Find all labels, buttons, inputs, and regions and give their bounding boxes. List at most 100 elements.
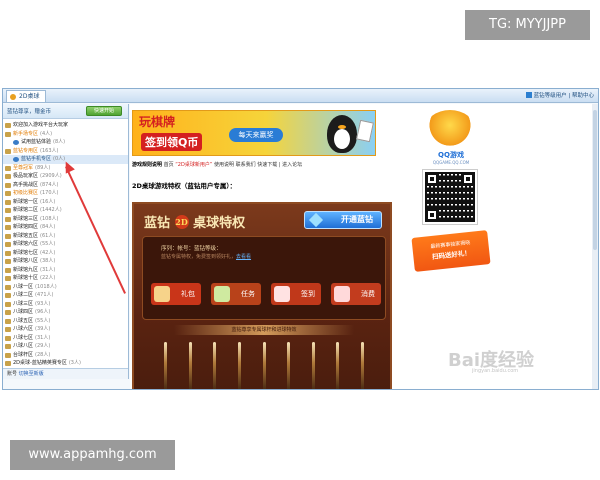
cue-stick-icon[interactable] [164,342,167,389]
room-tree-count: (2909人) [40,173,62,179]
cue-section-strip: 蓝钻尊享专属球杆和进球特效 [174,325,354,335]
room-node-icon [13,157,19,162]
room-tree-count: (29人) [35,343,51,349]
vip-title-badge: 2D [174,215,189,229]
room-tree-item[interactable]: 欢迎加入游戏平台大玩家 [3,121,128,130]
cue-stick-icon[interactable] [213,342,217,389]
scan-promo-badge[interactable]: 最新赛事独家揭晓 扫码送好礼！ [411,230,491,272]
room-tree-item[interactable]: 八球二区 (471人) [3,291,128,300]
room-tree-item[interactable]: 新球馆七区 (42人) [3,249,128,258]
cue-stick-icon[interactable] [311,342,315,389]
open-blue-diamond-button[interactable]: 开通蓝钻 [304,211,382,229]
subnav-highlight[interactable]: “2D桌球新用户” [175,162,212,168]
cue-stick-icon[interactable] [336,342,340,389]
top-right-links[interactable]: 蓝钻等级用户 | 帮助中心 [525,91,594,101]
subnav-home-link[interactable]: 首页 [164,162,174,168]
room-tree-item[interactable]: 初级比赛区 (170人) [3,189,128,198]
room-tree-count: (55人) [40,241,56,247]
room-tree-item[interactable]: 新球馆五区 (61人) [3,232,128,241]
sidebar: 蓝钻尊享，赠金币 快速开始 欢迎加入游戏平台大玩家 新手场专区 (4人) 试用蓝钻体验… [3,104,129,379]
room-tree-label: 新球馆三区 [13,215,39,222]
cue-stick-icon[interactable] [287,342,291,389]
promo-banner[interactable]: 玩棋牌 签到领Q币 每天来赢奖 [132,110,376,156]
room-tree-item[interactable]: 高手挑战区 (874人) [3,181,128,190]
folder-icon [5,250,11,256]
room-tree-item[interactable]: 八球三区 (93人) [3,300,128,309]
room-tree-label: 八球五区 [13,317,34,324]
checkin-button[interactable]: 签到 [271,283,321,305]
banner-cta-button[interactable]: 每天来赢奖 [229,128,283,142]
vip-feature-buttons: 礼包 任务 签到 消费 [151,283,381,305]
cue-stick-icon[interactable] [237,342,241,389]
scrollbar-thumb[interactable] [593,110,597,250]
vip-title-prefix: 蓝钻 [144,216,171,231]
vip-title-suffix: 桌球特权 [193,216,246,231]
cue-stick-icon[interactable] [262,342,266,389]
room-tree-item[interactable]: 新手场专区 (4人) [3,130,128,139]
room-tree-count: (96人) [35,309,51,315]
room-tree-item[interactable]: 新球馆三区 (108人) [3,215,128,224]
room-tree-label: 新球馆十区 [13,275,39,281]
folder-icon [5,335,11,341]
room-tree-item[interactable]: 八球五区 (55人) [3,317,128,326]
room-tree-item[interactable]: 八球四区 (96人) [3,308,128,317]
folder-icon [5,301,11,307]
subnav-contact-link[interactable]: 联系我们 [236,162,256,168]
content-scrollbar[interactable] [592,104,598,389]
quick-start-button[interactable]: 快速开始 [86,106,122,116]
content-subnav: 游戏规则说明 首页 “2D桌球新用户” 使用说明 联系我们 快速下载 | 进入论… [132,160,376,170]
vip-info-sub-text: 蓝钻专属特权，免费签到领好礼， [161,254,237,260]
room-tree-item[interactable]: 八球一区 (1018人) [3,283,128,292]
subnav-label: 游戏规则说明 [132,162,163,168]
folder-icon [5,344,11,349]
cue-stick-icon[interactable] [361,342,364,389]
room-tree-count: (471人) [35,292,54,298]
room-tree-item[interactable]: 蓝钻专用区 (163人) [3,147,128,156]
room-tree-item[interactable]: 新球馆四区 (84人) [3,223,128,232]
folder-icon [5,284,11,290]
vip-inner-panel: 序列：帐号：蓝钻等级： 蓝钻专属特权，免费签到领好礼，去看看 礼包 任务 签到 … [142,236,386,320]
room-tree-item[interactable]: 新球馆十区 (22人) [3,274,128,283]
footer-label: 账号 [7,371,18,377]
qr-code-icon [422,169,478,225]
gift-button[interactable]: 礼包 [151,283,201,305]
room-tree-item[interactable]: 新球馆九区 (31人) [3,266,128,275]
room-tree-item[interactable]: 新球馆六区 (55人) [3,240,128,249]
bottom-watermark: www.appamhg.com [10,440,175,470]
room-tree-label: 八球一区 [13,283,34,290]
room-tree-label: 蓝钻专用区 [13,147,39,154]
room-tree-item[interactable]: 新球馆一区 (16人) [3,198,128,207]
vip-see-more-link[interactable]: 去看看 [236,254,251,260]
folder-icon [5,259,11,264]
room-tree-item[interactable]: 新球馆二区 (1442人) [3,206,128,215]
banner-title: 玩棋牌 [139,115,176,129]
folder-icon [5,318,11,324]
room-tree-item[interactable]: 2D桌球-蓝钻精英赛专区 (3人) [3,359,128,368]
task-button[interactable]: 任务 [211,283,261,305]
room-tree-item[interactable]: 八球七区 (31人) [3,334,128,343]
room-tree-item[interactable]: 台球杆区 (28人) [3,351,128,360]
privilege-description: 2D桌球游戏特权（蓝钻用户专属）： [132,182,237,190]
room-tree-label: 新球馆九区 [13,266,39,273]
penguin-mascot-icon [327,115,357,153]
switch-version-link[interactable]: 切换至新版 [19,371,44,377]
cue-stick-row [164,342,364,389]
cue-stick-icon[interactable] [188,342,192,389]
room-tree-count: (0人) [53,156,66,162]
room-tree-count: (163人) [40,147,59,154]
subnav-usage-link[interactable]: 使用说明 [214,162,234,168]
consume-button[interactable]: 消费 [331,283,381,305]
subnav-tail-links[interactable]: 快速下载 | 进入论坛 [257,162,302,168]
room-tree-item[interactable]: 八球八区 (29人) [3,342,128,351]
folder-icon [5,225,11,230]
room-tree-label: 新球馆四区 [13,224,39,230]
tab-2d-billiards[interactable]: 2D桌球 [6,90,47,102]
vip-privilege-panel: 蓝钻 2D 桌球特权 开通蓝钻 序列：帐号：蓝钻等级： 蓝钻专属特权，免费签到领… [132,202,392,389]
room-tree-count: (170人) [40,190,59,196]
checkin-icon [274,286,290,302]
folder-icon [5,199,11,205]
room-tree-item[interactable]: 八球六区 (39人) [3,325,128,334]
room-tree-item[interactable]: 试用蓝钻体验 (8人) [3,138,128,147]
room-tree-count: (55人) [35,317,51,324]
top-right-link-text[interactable]: 蓝钻等级用户 | 帮助中心 [534,93,594,99]
